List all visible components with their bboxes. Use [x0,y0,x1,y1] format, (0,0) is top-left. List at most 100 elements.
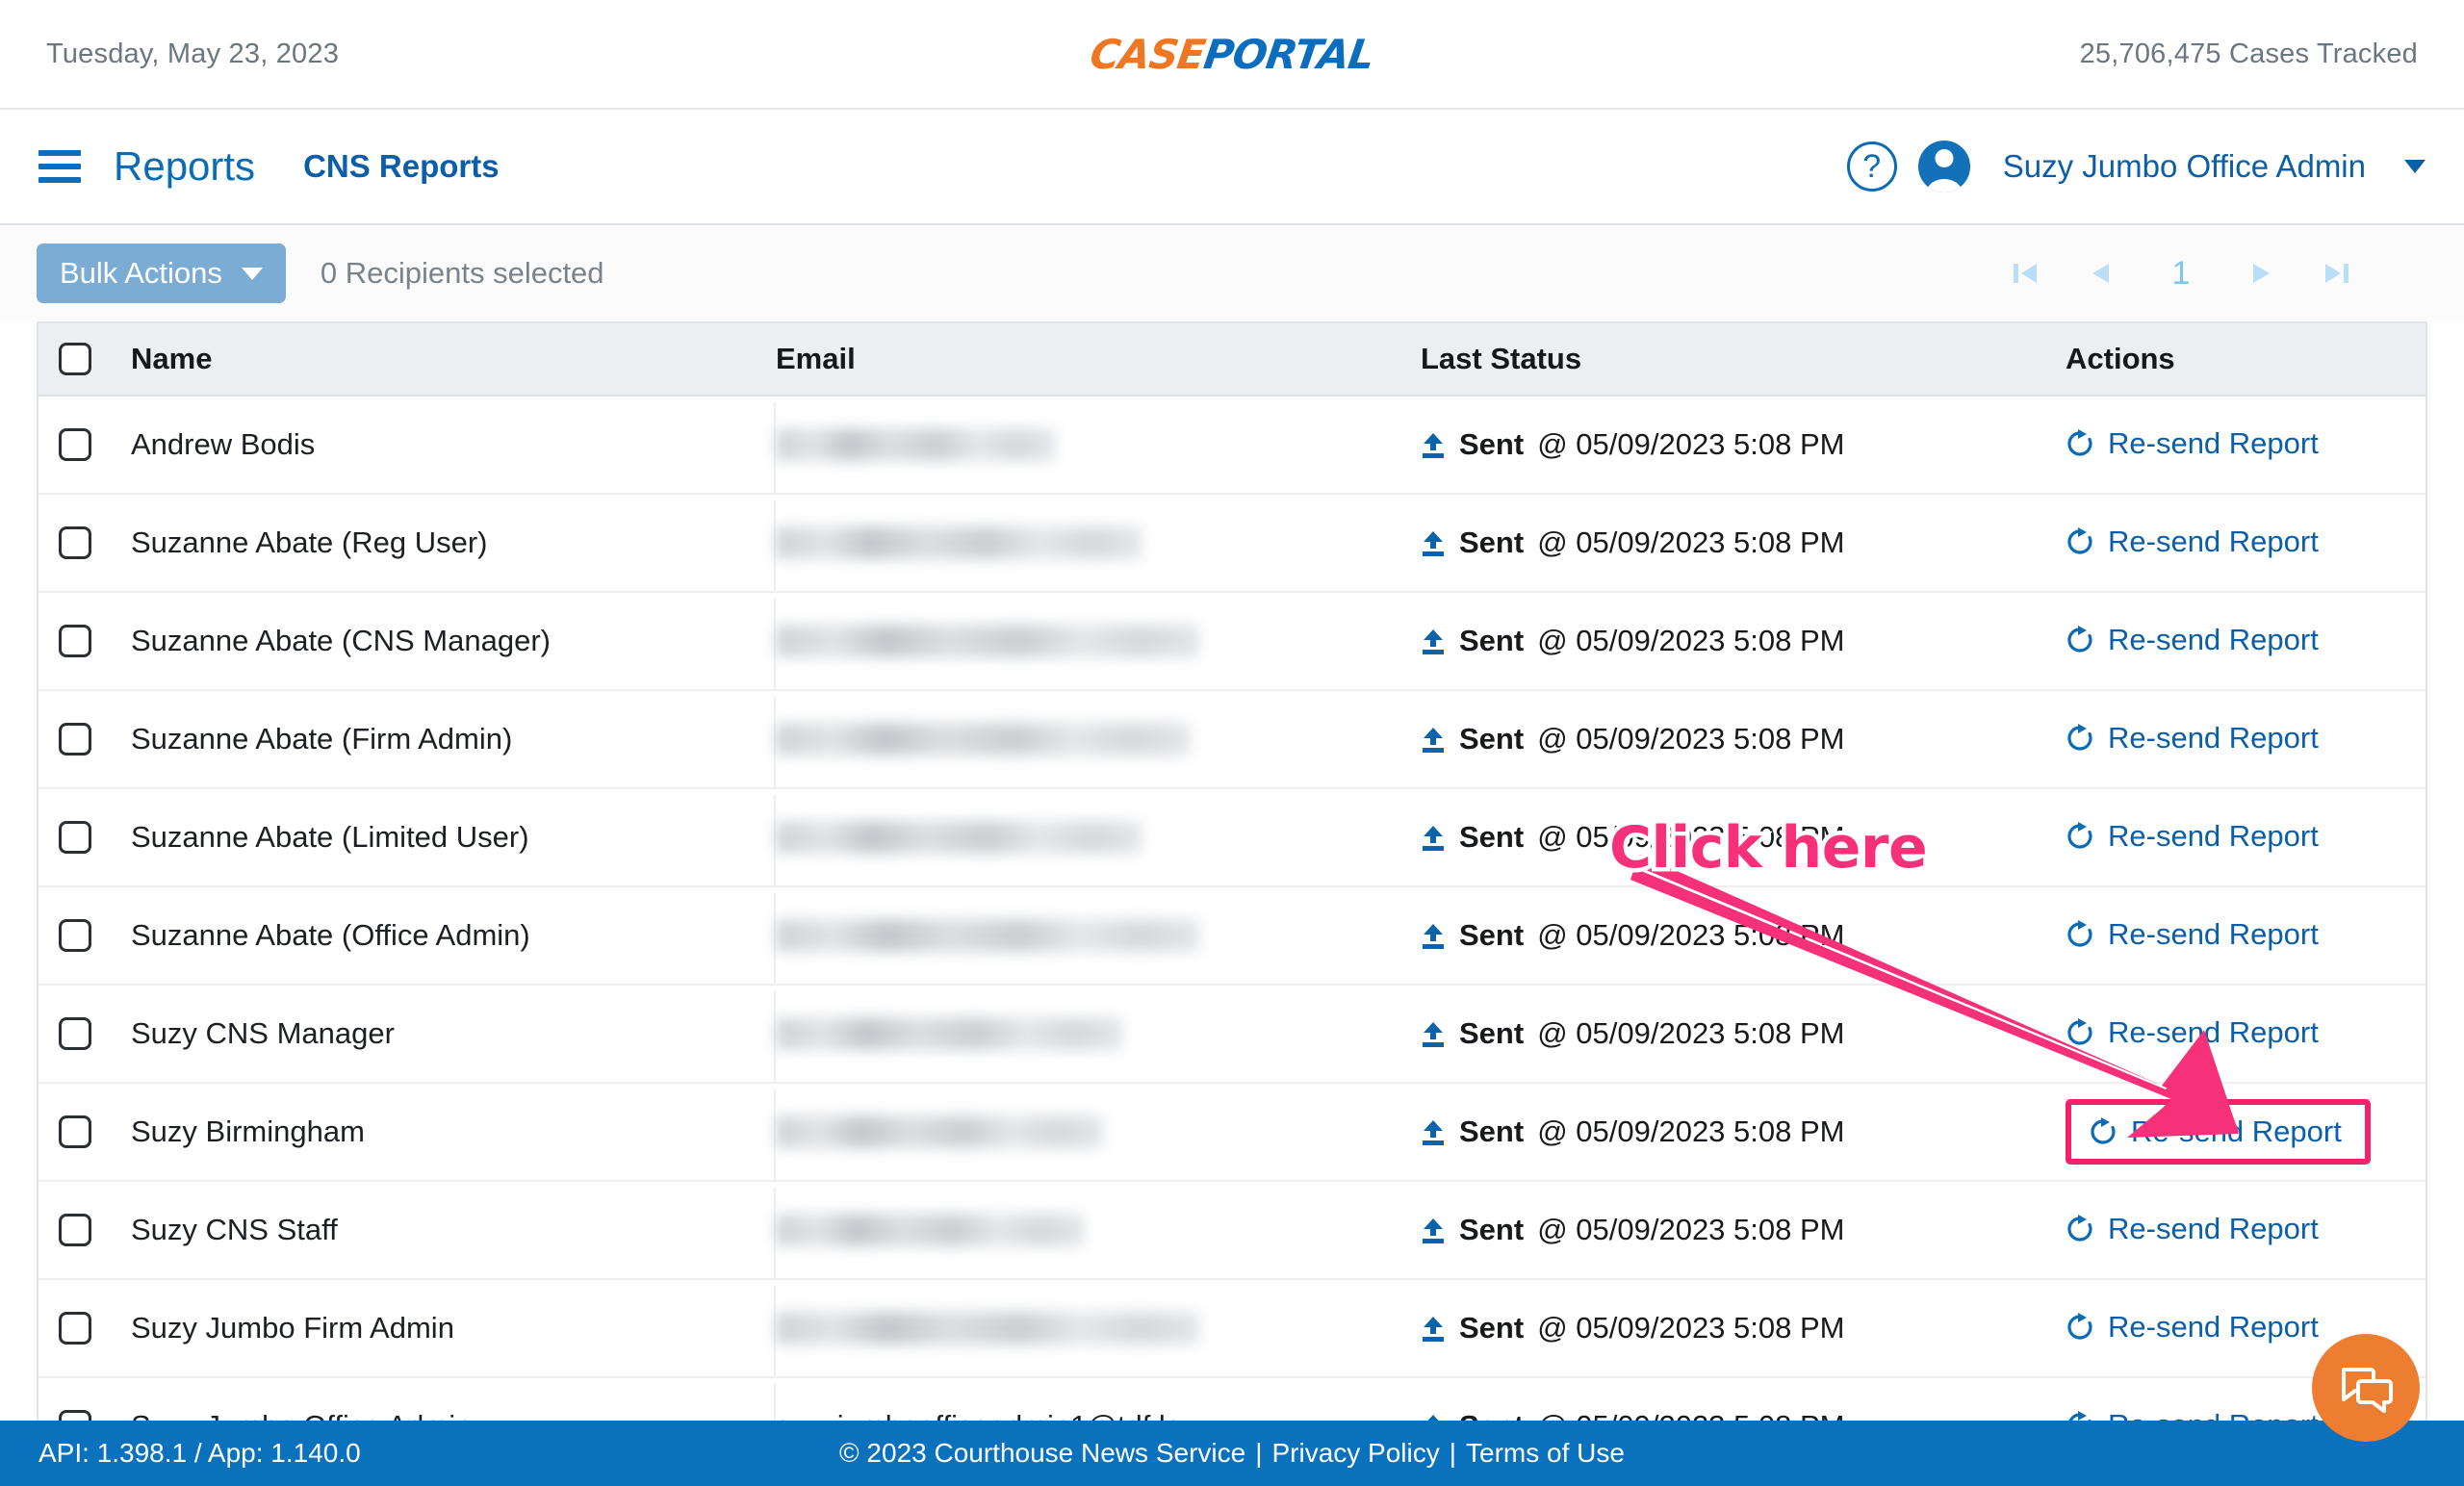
status-text: Sent @ 05/09/2023 5:08 PM [1421,1114,2066,1149]
cell-last-status: Sent @ 05/09/2023 5:08 PM [1421,918,2066,953]
app-logo[interactable]: CASE PORTAL [643,31,1821,78]
table-row: Suzy CNS Staff Sent @ 05/09/2023 5:08 PM R… [38,1182,2426,1280]
status-text: Sent @ 05/09/2023 5:08 PM [1421,624,2066,658]
upload-icon [1421,529,1446,556]
resend-report-button[interactable]: Re-send Report [2066,1310,2319,1345]
status-label: Sent [1459,1016,1525,1050]
cell-last-status: Sent @ 05/09/2023 5:08 PM [1421,1311,2066,1345]
resend-report-button[interactable]: Re-send Report [2066,525,2319,559]
row-checkbox[interactable] [59,1115,91,1148]
row-checkbox[interactable] [59,428,91,461]
table-row: Suzanne Abate (CNS Manager) Sent @ 05/09/… [38,593,2426,691]
column-header-email[interactable]: Email [776,342,1421,376]
footer-copyright: © 2023 Courthouse News Service [839,1438,1246,1468]
column-header-actions[interactable]: Actions [2066,342,2426,376]
row-checkbox-cell [38,1017,112,1050]
table-body: Andrew Bodis Sent @ 05/09/2023 5:08 PM Re-… [38,397,2426,1426]
chevron-down-icon[interactable] [2404,160,2426,173]
footer-separator-1: | [1255,1438,1263,1468]
resend-report-button[interactable]: Re-send Report [2066,917,2319,952]
upload-icon [1421,431,1446,458]
column-header-name[interactable]: Name [112,342,776,376]
cell-email [776,1214,1421,1246]
resend-report-label: Re-send Report [2108,917,2319,951]
status-text: Sent @ 05/09/2023 5:08 PM [1421,722,2066,756]
refresh-icon [2089,1117,2118,1146]
status-label: Sent [1459,918,1525,952]
cell-email [776,919,1421,952]
resend-report-button[interactable]: Re-send Report [2066,1015,2319,1050]
refresh-icon [2066,1215,2094,1243]
status-timestamp: @ 05/09/2023 5:08 PM [1537,525,1845,559]
cell-actions: Re-send Report [2066,1212,2426,1248]
select-all-checkbox-cell [38,343,112,375]
row-checkbox[interactable] [59,723,91,756]
masked-email [776,723,1190,756]
row-checkbox[interactable] [59,526,91,559]
refresh-icon [2066,626,2094,654]
cell-email [776,1312,1421,1345]
cell-last-status: Sent @ 05/09/2023 5:08 PM [1421,525,2066,560]
cell-email [776,1017,1421,1050]
previous-page-icon[interactable] [2063,244,2138,302]
row-checkbox[interactable] [59,919,91,952]
nav-link-cns-reports[interactable]: CNS Reports [303,148,500,185]
resend-report-button[interactable]: Re-send Report [2066,426,2319,461]
masked-email [776,821,1142,854]
row-checkbox[interactable] [59,1312,91,1345]
cell-actions: Re-send Report [2066,1015,2426,1052]
first-page-icon[interactable] [1988,244,2063,302]
resend-report-label: Re-send Report [2131,1114,2342,1148]
status-label: Sent [1459,427,1525,461]
cell-name: Suzanne Abate (Reg User) [112,500,776,593]
cell-last-status: Sent @ 05/09/2023 5:08 PM [1421,1114,2066,1149]
recipient-name: Andrew Bodis [131,427,316,461]
footer-version: API: 1.398.1 / App: 1.140.0 [38,1438,361,1468]
upload-icon [1421,824,1446,851]
resend-report-button[interactable]: Re-send Report [2066,1212,2319,1246]
hamburger-menu-icon[interactable] [38,150,81,183]
table-row: Suzy Birmingham Sent @ 05/09/2023 5:08 PM… [38,1084,2426,1182]
row-checkbox-cell [38,526,112,559]
logo-case-text: CASE [1087,30,1208,78]
table-row: Suzanne Abate (Office Admin) Sent @ 05/09… [38,887,2426,986]
bulk-actions-button[interactable]: Bulk Actions [37,243,286,303]
footer: API: 1.398.1 / App: 1.140.0 © 2023 Court… [0,1421,2464,1486]
footer-terms-link[interactable]: Terms of Use [1466,1438,1625,1468]
select-all-checkbox[interactable] [59,343,91,375]
status-label: Sent [1459,525,1525,559]
refresh-icon [2066,1313,2094,1342]
status-timestamp: @ 05/09/2023 5:08 PM [1537,1311,1845,1345]
row-checkbox[interactable] [59,821,91,854]
recipient-name: Suzanne Abate (Office Admin) [131,918,530,952]
footer-privacy-policy-link[interactable]: Privacy Policy [1271,1438,1439,1468]
status-timestamp: @ 05/09/2023 5:08 PM [1537,624,1845,657]
current-page-number[interactable]: 1 [2138,244,2224,302]
cell-last-status: Sent @ 05/09/2023 5:08 PM [1421,1213,2066,1247]
status-text: Sent @ 05/09/2023 5:08 PM [1421,1311,2066,1345]
refresh-icon [2066,822,2094,851]
row-checkbox-cell [38,428,112,461]
next-page-icon[interactable] [2224,244,2299,302]
chat-bubbles-icon[interactable] [2312,1334,2420,1442]
status-label: Sent [1459,624,1525,657]
resend-report-button[interactable]: Re-send Report [2066,721,2319,756]
resend-report-button[interactable]: Re-send Report [2066,623,2319,657]
user-name-label[interactable]: Suzy Jumbo Office Admin [2003,148,2366,185]
upload-icon [1421,922,1446,949]
column-header-last-status[interactable]: Last Status [1421,342,2066,376]
avatar[interactable] [1917,141,1970,192]
resend-report-button[interactable]: Re-send Report [2066,819,2319,854]
row-checkbox-cell [38,821,112,854]
resend-report-button[interactable]: Re-send Report [2089,1114,2342,1149]
row-checkbox[interactable] [59,625,91,657]
status-timestamp: @ 05/09/2023 5:08 PM [1537,427,1845,461]
resend-report-highlight: Re-send Report [2066,1099,2371,1165]
help-icon[interactable]: ? [1846,141,1897,192]
last-page-icon[interactable] [2299,244,2374,302]
recipients-table: Name Email Last Status Actions Andrew Bo… [37,321,2427,1426]
cell-name: Suzy Birmingham [112,1089,776,1182]
row-checkbox[interactable] [59,1214,91,1246]
row-checkbox[interactable] [59,1017,91,1050]
table-toolbar: Bulk Actions 0 Recipients selected 1 [0,225,2464,321]
